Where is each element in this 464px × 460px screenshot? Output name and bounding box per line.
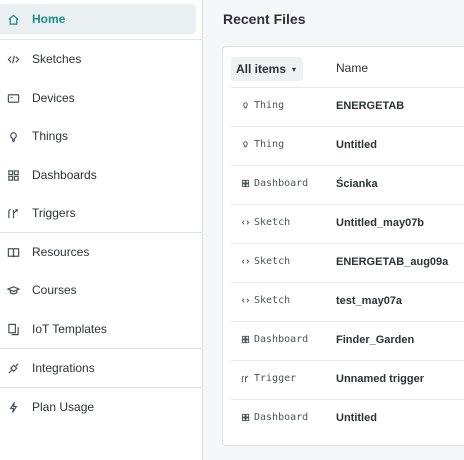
table-row[interactable]: Dashboard Untitled [231,399,464,438]
file-type: Dashboard [241,178,308,189]
code-icon [241,257,250,266]
file-name[interactable]: Untitled [336,139,377,151]
sidebar-item-label: Things [32,129,69,143]
table-row[interactable]: Trigger Unnamed trigger [231,360,464,399]
file-type-label: Sketch [254,295,291,306]
sidebar-item-resources[interactable]: Resources [0,233,202,271]
name-column-header[interactable]: Name [336,61,368,75]
table-row[interactable]: Sketch ENERGETAB_aug09a [231,243,464,282]
file-name[interactable]: ENERGETAB_aug09a [336,256,448,268]
table-row[interactable]: Sketch test_may07a [231,282,464,321]
thing-icon [241,101,250,110]
file-name[interactable]: ENERGETAB [336,100,404,112]
chevron-down-icon: ▾ [292,64,297,74]
sidebar-item-label: Sketches [32,52,82,66]
trigger-icon [241,374,250,383]
file-type: Dashboard [241,412,308,423]
thing-icon [241,140,250,149]
lightning-icon [6,400,20,414]
sidebar-item-sketches[interactable]: Sketches [0,40,202,78]
file-type-label: Dashboard [254,178,309,189]
templates-icon [6,322,20,336]
file-type: Trigger [241,373,296,384]
file-type: Sketch [241,217,290,228]
sidebar-item-label: Dashboards [32,168,97,182]
sidebar-item-things[interactable]: Things [0,117,202,155]
sidebar-item-triggers[interactable]: Triggers [0,194,202,232]
table-row[interactable]: Thing Untitled [231,126,464,165]
sidebar-item-plan-usage[interactable]: Plan Usage [0,388,202,426]
dashboard-icon [241,335,250,344]
file-name[interactable]: Finder_Garden [336,334,414,346]
integrations-icon [6,361,20,375]
trigger-icon [6,206,20,220]
sidebar-item-iot-templates[interactable]: IoT Templates [0,310,202,348]
sidebar-item-home[interactable]: Home [0,0,202,38]
main-content: Recent Files All items ▾ Name Thing ENERG… [203,0,464,460]
file-type: Dashboard [241,334,308,345]
sidebar-item-label: Triggers [32,206,76,220]
device-icon [6,91,20,105]
file-type-label: Dashboard [254,334,309,345]
file-type: Thing [241,139,284,150]
dashboard-icon [241,179,250,188]
sidebar-item-courses[interactable]: Courses [0,271,202,309]
file-type: Sketch [241,256,290,267]
sidebar-item-label: Resources [32,245,90,259]
file-type-label: Thing [254,139,285,150]
code-icon [241,218,250,227]
sidebar-item-label: Integrations [32,361,95,375]
filter-dropdown[interactable]: All items ▾ [231,57,303,81]
sidebar-item-dashboards[interactable]: Dashboards [0,156,202,194]
sidebar-item-devices[interactable]: Devices [0,79,202,117]
table-row[interactable]: Thing ENERGETAB [231,87,464,126]
file-type: Thing [241,100,284,111]
file-type-label: Dashboard [254,412,309,423]
file-type-label: Sketch [254,217,291,228]
file-name[interactable]: Unnamed trigger [336,373,424,385]
file-type-label: Sketch [254,256,291,267]
file-type-label: Trigger [254,373,297,384]
sidebar-item-label: Plan Usage [32,400,95,414]
table-row[interactable]: Sketch Untitled_may07b [231,204,464,243]
file-name[interactable]: test_may07a [336,295,402,307]
file-type: Sketch [241,295,290,306]
book-icon [6,245,20,259]
table-row[interactable]: Dashboard Finder_Garden [231,321,464,360]
page-title: Recent Files [223,11,306,27]
code-icon [6,52,20,66]
graduation-cap-icon [6,283,20,297]
filter-label: All items [236,62,287,76]
file-name[interactable]: Untitled_may07b [336,217,424,229]
dashboard-icon [241,413,250,422]
file-type-label: Thing [254,100,285,111]
dashboard-icon [6,168,20,182]
file-name[interactable]: Ścianka [336,178,378,190]
sidebar: Home Sketches Devices Things Dashboards … [0,0,203,460]
table-row[interactable]: Dashboard Ścianka [231,165,464,204]
thing-icon [6,129,20,143]
code-icon [241,296,250,305]
sidebar-item-label: Devices [32,91,75,105]
file-name[interactable]: Untitled [336,412,377,424]
sidebar-item-integrations[interactable]: Integrations [0,349,202,387]
sidebar-item-label: IoT Templates [32,322,107,336]
sidebar-item-label: Courses [32,283,77,297]
recent-files-card: All items ▾ Name Thing ENERGETAB Thing Unti… [222,46,464,446]
sidebar-item-label: Home [32,12,66,26]
home-icon [6,12,20,26]
